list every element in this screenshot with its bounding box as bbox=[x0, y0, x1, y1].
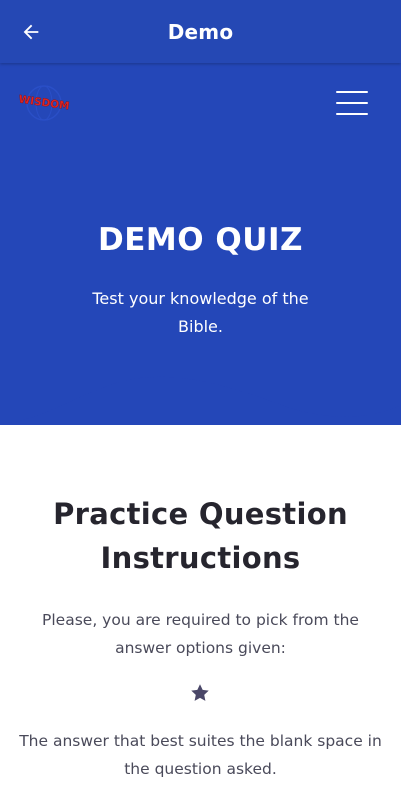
app-bar-title: Demo bbox=[167, 19, 234, 44]
hamburger-menu-icon-bar-3 bbox=[336, 113, 368, 115]
hamburger-menu-icon-bar-2 bbox=[336, 102, 368, 104]
hero-subtitle: Test your knowledge of the Bible. bbox=[92, 289, 309, 336]
hero-title: DEMO QUIZ bbox=[98, 222, 303, 258]
back-button[interactable] bbox=[14, 15, 48, 49]
app-bar: Demo bbox=[0, 0, 401, 63]
arrow-left-icon bbox=[23, 24, 39, 40]
logo-text: WISDOM bbox=[18, 93, 70, 112]
section-title: Practice Question Instructions bbox=[53, 497, 348, 575]
hamburger-menu-icon-bar-1 bbox=[336, 91, 368, 93]
wisdom-logo[interactable]: WISDOM bbox=[16, 82, 72, 124]
answer-rule-text: The answer that best suites the blank sp… bbox=[19, 732, 382, 778]
instruction-text: Please, you are required to pick from th… bbox=[42, 611, 359, 657]
star-icon bbox=[191, 684, 209, 701]
menu-button[interactable] bbox=[334, 86, 370, 120]
app-screen: Demo WISDOM DEMO QUIZ Test your knowledg… bbox=[0, 0, 401, 791]
hero-wave-divider bbox=[0, 360, 401, 424]
